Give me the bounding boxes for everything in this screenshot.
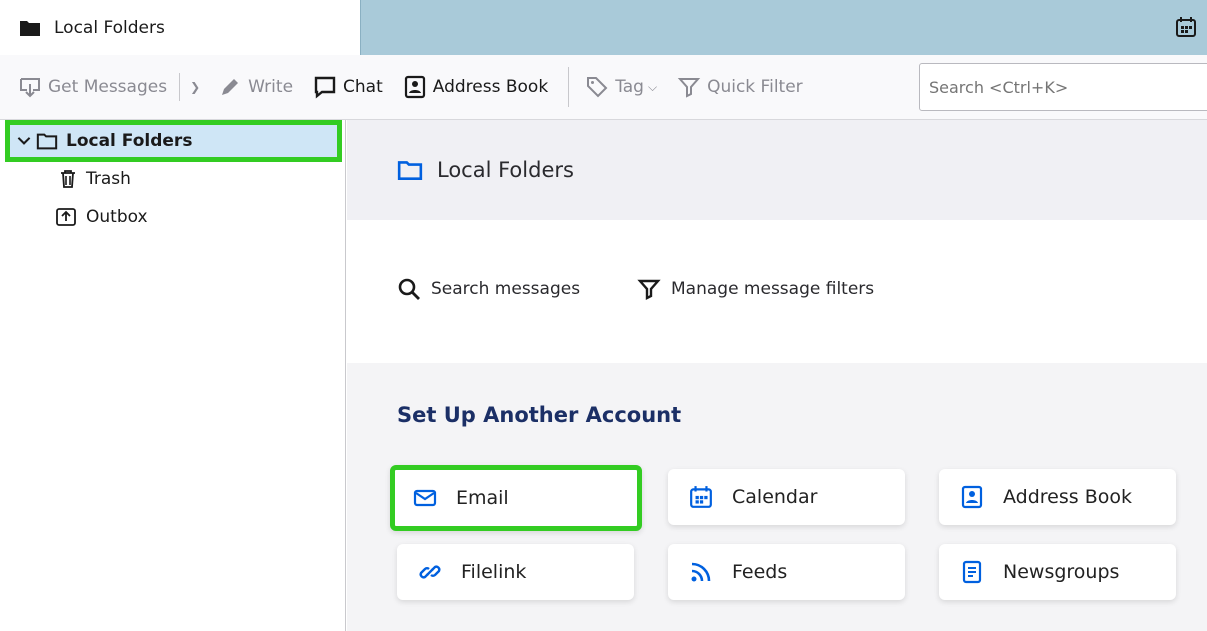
account-central: Local Folders Search messages Manage mes… bbox=[347, 120, 1207, 631]
chevron-down-icon[interactable]: ❯ bbox=[190, 80, 200, 94]
tag-icon bbox=[587, 77, 608, 98]
search-icon bbox=[398, 278, 420, 300]
page-title: Local Folders bbox=[437, 158, 574, 182]
chat-label: Chat bbox=[343, 77, 383, 97]
folder-trash[interactable]: Trash bbox=[58, 160, 131, 198]
setup-filelink-button[interactable]: Filelink bbox=[397, 544, 634, 600]
filter-icon bbox=[637, 279, 661, 300]
search-input[interactable] bbox=[919, 63, 1207, 111]
get-messages-label: Get Messages bbox=[48, 77, 168, 97]
link-icon bbox=[419, 565, 441, 579]
quick-filter-button[interactable]: Quick Filter bbox=[677, 67, 803, 107]
card-label: Address Book bbox=[1003, 486, 1132, 508]
manage-filters-link[interactable]: Manage message filters bbox=[637, 277, 874, 301]
pencil-icon bbox=[222, 79, 239, 95]
toolbar-separator bbox=[568, 67, 570, 107]
chevron-down-icon: ⌵ bbox=[647, 79, 658, 94]
card-label: Calendar bbox=[732, 486, 818, 508]
search-messages-label: Search messages bbox=[431, 279, 581, 299]
address-book-label: Address Book bbox=[432, 77, 549, 97]
tab-label: Local Folders bbox=[54, 17, 165, 38]
tag-label: Tag bbox=[615, 77, 644, 97]
chat-button[interactable]: Chat bbox=[313, 67, 383, 107]
card-label: Filelink bbox=[461, 561, 527, 583]
trash-icon bbox=[61, 170, 75, 188]
setup-address-book-button[interactable]: Address Book bbox=[939, 469, 1176, 525]
actions-section: Search messages Manage message filters bbox=[347, 220, 1207, 363]
setup-feeds-button[interactable]: Feeds bbox=[668, 544, 905, 600]
filter-icon bbox=[677, 78, 701, 98]
card-label: Email bbox=[456, 487, 509, 509]
download-icon bbox=[20, 78, 40, 98]
setup-account-heading: Set Up Another Account bbox=[397, 403, 682, 427]
tab-local-folders[interactable]: Local Folders bbox=[0, 0, 361, 55]
calendar-icon bbox=[690, 486, 712, 508]
chevron-down-icon[interactable] bbox=[16, 133, 32, 149]
folder-outbox[interactable]: Outbox bbox=[54, 198, 148, 236]
folder-local-folders[interactable]: Local Folders bbox=[5, 120, 342, 162]
setup-calendar-button[interactable]: Calendar bbox=[668, 469, 905, 525]
search-messages-link[interactable]: Search messages bbox=[397, 277, 580, 301]
outbox-icon bbox=[56, 208, 76, 226]
mail-icon bbox=[413, 489, 437, 507]
address-book-icon bbox=[404, 75, 425, 99]
quick-filter-label: Quick Filter bbox=[707, 77, 803, 97]
folder-label: Outbox bbox=[86, 207, 148, 227]
toolbar-separator bbox=[179, 73, 181, 101]
address-book-icon bbox=[961, 485, 983, 509]
write-button[interactable]: Write bbox=[218, 67, 293, 107]
calendar-icon[interactable] bbox=[1175, 16, 1197, 38]
chat-icon bbox=[314, 76, 336, 99]
folder-icon bbox=[36, 133, 58, 150]
setup-newsgroups-button[interactable]: Newsgroups bbox=[939, 544, 1176, 600]
manage-filters-label: Manage message filters bbox=[671, 279, 875, 299]
folder-label: Local Folders bbox=[66, 131, 193, 151]
card-label: Feeds bbox=[732, 561, 788, 583]
rss-icon bbox=[691, 562, 711, 582]
newsgroup-icon bbox=[962, 560, 982, 584]
get-messages-button[interactable]: Get Messages bbox=[18, 67, 167, 107]
setup-email-button[interactable]: Email bbox=[390, 465, 642, 531]
folder-pane: Local Folders Trash Outbox bbox=[0, 120, 346, 631]
folder-icon bbox=[397, 161, 423, 180]
write-label: Write bbox=[248, 77, 294, 97]
folder-icon bbox=[20, 20, 40, 36]
card-label: Newsgroups bbox=[1003, 561, 1120, 583]
address-book-button[interactable]: Address Book bbox=[403, 67, 548, 107]
tab-bar: Local Folders bbox=[0, 0, 1207, 55]
account-header: Local Folders bbox=[347, 120, 1207, 220]
folder-label: Trash bbox=[86, 169, 131, 189]
tag-button[interactable]: Tag ⌵ bbox=[585, 67, 657, 107]
